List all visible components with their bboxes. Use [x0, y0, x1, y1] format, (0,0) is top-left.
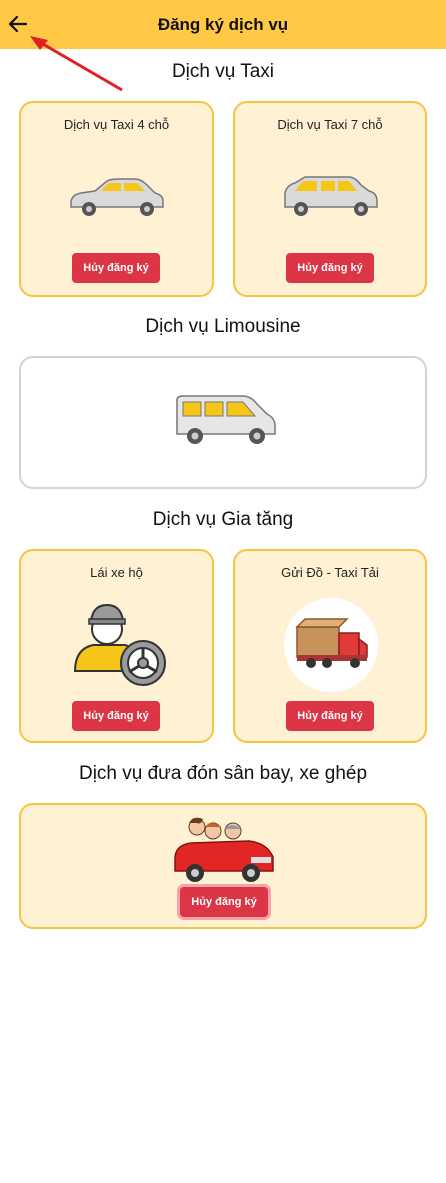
limousine-van-icon — [176, 395, 276, 444]
driver-icon — [73, 603, 166, 686]
card-label: Dịch vụ Taxi 4 chỗ — [63, 117, 170, 132]
taxi-7-seat-icon — [284, 176, 378, 216]
delivery-truck-icon — [284, 598, 378, 692]
section-title-extra: Dịch vụ Gia tăng — [152, 509, 294, 530]
card-label: Lái xe hộ — [90, 565, 143, 580]
section-title-taxi: Dịch vụ Taxi — [171, 61, 275, 82]
card-label: Gửi Đồ - Taxi Tải — [281, 565, 379, 580]
cancel-registration-button[interactable]: Hủy đăng ký — [286, 253, 374, 283]
card-label: Dịch vụ Taxi 7 chỗ — [277, 117, 383, 132]
taxi-4-seat-icon — [70, 178, 164, 216]
section-title-airport: Dịch vụ đưa đón sân bay, xe ghép — [78, 763, 368, 784]
card-taxi-7[interactable]: Dịch vụ Taxi 7 chỗ Hủy đăng ký — [233, 101, 427, 297]
card-delivery-service[interactable]: Gửi Đồ - Taxi Tải Hủy đăng ký — [233, 549, 427, 743]
card-taxi-4[interactable]: Dịch vụ Taxi 4 chỗ Hủy đăng ký — [19, 101, 214, 297]
cancel-registration-button[interactable]: Hủy đăng ký — [286, 701, 374, 731]
cancel-registration-button[interactable]: Hủy đăng ký — [72, 253, 160, 283]
card-driver-service[interactable]: Lái xe hộ Hủy đăng ký — [19, 549, 214, 743]
shared-car-icon — [174, 817, 274, 882]
cancel-registration-button[interactable]: Hủy đăng ký — [180, 887, 268, 917]
cancel-registration-button[interactable]: Hủy đăng ký — [72, 701, 160, 731]
card-airport-service[interactable]: Hủy đăng ký — [19, 803, 427, 929]
card-limousine[interactable] — [19, 356, 427, 489]
section-title-limousine: Dịch vụ Limousine — [145, 316, 301, 337]
